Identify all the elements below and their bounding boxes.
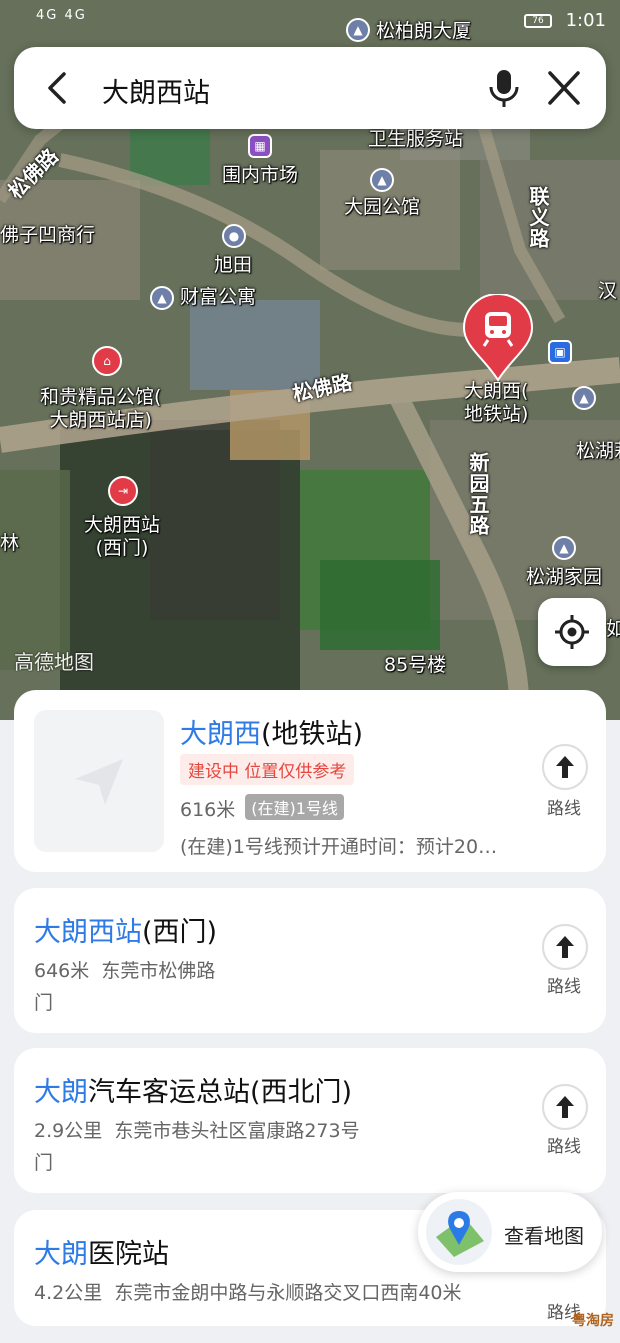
view-map-label: 查看地图 <box>504 1224 584 1248</box>
route-label[interactable]: 路线 <box>534 972 594 997</box>
route-arrow-icon <box>556 1096 574 1118</box>
hotel-icon[interactable]: ⌂ <box>92 346 122 376</box>
back-arrow-icon[interactable] <box>38 68 78 108</box>
route-label[interactable]: 路线 <box>534 794 594 819</box>
clock: 1:01 <box>565 10 606 31</box>
battery-icon: 76 <box>524 14 552 28</box>
watermark-logo: 粤淘房 <box>572 1313 614 1329</box>
locate-me-button[interactable] <box>538 598 606 666</box>
map-label-weinei[interactable]: 围内市场 <box>222 164 298 187</box>
map-label-han[interactable]: 汉 <box>598 280 617 303</box>
result-title: 大朗西(地铁站) <box>180 719 364 750</box>
close-icon[interactable] <box>544 67 584 109</box>
microphone-icon[interactable] <box>484 67 524 109</box>
map-label-caifu[interactable]: 财富公寓 <box>180 286 256 309</box>
result-title: 大朗汽车客运总站(西北门) <box>34 1077 353 1108</box>
station-entrance-icon[interactable]: ⇥ <box>108 476 138 506</box>
search-input[interactable]: 大朗西站 <box>102 71 210 110</box>
construction-warning-badge: 建设中 位置仅供参考 <box>180 754 355 785</box>
poi-thumbnail <box>34 710 164 852</box>
map-label-metro[interactable]: 大朗西( 地铁站) <box>464 380 528 426</box>
search-bar: 大朗西站 <box>14 47 606 129</box>
map-label-hegui[interactable]: 和贵精品公馆( 大朗西站店) <box>40 386 161 432</box>
result-title: 大朗医院站 <box>34 1239 169 1270</box>
building-icon[interactable]: ▲ <box>552 536 576 560</box>
result-distance-address: 646米 东莞市松佛路 <box>34 960 216 982</box>
metro-line-badge: (在建)1号线 <box>245 794 344 820</box>
road-label-xinyuan: 新园五路 <box>466 452 490 536</box>
building-icon[interactable]: ▲ <box>346 18 370 42</box>
metro-station-marker-icon[interactable] <box>462 294 534 382</box>
crosshair-icon <box>555 615 589 649</box>
map-label-songbolang[interactable]: 松柏朗大厦 <box>376 20 471 43</box>
route-button[interactable] <box>542 744 588 790</box>
result-address-cont: 门 <box>34 1152 54 1174</box>
route-arrow-icon <box>556 936 574 958</box>
map-label-bldg85[interactable]: 85号楼 <box>384 654 446 677</box>
bus-stop-icon[interactable]: ▣ <box>548 340 572 364</box>
amap-logo: 高德地图 <box>14 650 94 674</box>
result-distance-address: 4.2公里 东莞市金朗中路与永顺路交叉口西南40米 <box>34 1282 462 1304</box>
building-icon[interactable]: ▲ <box>150 286 174 310</box>
map-label-dalangxi-west[interactable]: 大朗西站 (西门) <box>84 514 160 560</box>
map-label-lin[interactable]: 林 <box>0 532 19 555</box>
result-card[interactable]: 大朗汽车客运总站(西北门) 2.9公里 东莞市巷头社区富康路273号 门 路线 <box>14 1048 606 1193</box>
view-map-button[interactable]: 查看地图 <box>418 1192 602 1272</box>
map-label-fozi[interactable]: 佛子凹商行 <box>0 224 95 247</box>
route-label[interactable]: 路线 <box>534 1132 594 1157</box>
status-bar: 4G 4G 76 1:01 <box>0 0 620 40</box>
map-label-dayuan[interactable]: 大园公馆 <box>344 196 420 219</box>
route-arrow-icon <box>556 756 574 778</box>
map-icon <box>426 1199 492 1265</box>
location-pin-icon[interactable]: ● <box>222 224 246 248</box>
route-button[interactable] <box>542 924 588 970</box>
map-label-weisheng[interactable]: 卫生服务站 <box>368 128 463 151</box>
road-label-lianyi: 联义路 <box>526 186 550 249</box>
map-label-songhu-home[interactable]: 松湖家园 <box>526 566 602 589</box>
result-card[interactable]: 大朗西(地铁站) 建设中 位置仅供参考 616米 (在建)1号线 (在建)1号线预… <box>14 690 606 872</box>
signal-indicator: 4G 4G <box>36 8 87 23</box>
result-title: 大朗西站(西门) <box>34 917 218 948</box>
building-icon[interactable]: ▲ <box>370 168 394 192</box>
navigation-arrow-icon <box>75 759 123 805</box>
building-icon[interactable]: ▲ <box>572 386 596 410</box>
result-card[interactable]: 大朗西站(西门) 646米 东莞市松佛路 门 路线 <box>14 888 606 1033</box>
result-distance-address: 2.9公里 东莞市巷头社区富康路273号 <box>34 1120 360 1142</box>
market-icon[interactable]: ▦ <box>248 134 272 158</box>
map-label-ru[interactable]: 如 <box>606 618 620 641</box>
result-extra-info: (在建)1号线预计开通时间：预计20… <box>180 836 498 858</box>
map-label-xutian[interactable]: 旭田 <box>214 254 252 277</box>
result-address-cont: 门 <box>34 992 54 1014</box>
map-label-songhu[interactable]: 松湖莉 <box>576 440 620 463</box>
route-button[interactable] <box>542 1084 588 1130</box>
result-distance: 616米 (在建)1号线 <box>180 794 344 822</box>
